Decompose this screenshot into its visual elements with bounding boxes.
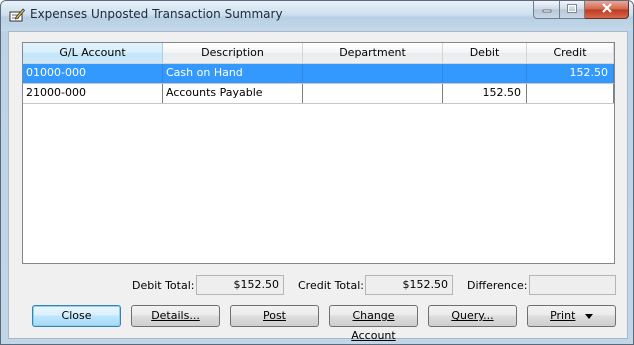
- dialog-body: G/L Account Description Department Debit…: [8, 31, 628, 342]
- difference-field: [529, 275, 616, 295]
- table-row[interactable]: 01000-000 Cash on Hand 152.50: [23, 64, 614, 84]
- column-header-department[interactable]: Department: [303, 43, 443, 63]
- post-button[interactable]: Post: [230, 305, 319, 327]
- change-account-button-label: Change Account: [351, 309, 396, 342]
- difference-label: Difference:: [467, 279, 528, 292]
- details-button-label: Details...: [151, 309, 200, 322]
- print-button-label: Print: [550, 309, 576, 322]
- column-header-credit[interactable]: Credit: [527, 43, 614, 63]
- details-button[interactable]: Details...: [131, 305, 220, 327]
- credit-total-field: $152.50: [365, 275, 453, 295]
- column-header-debit[interactable]: Debit: [443, 43, 527, 63]
- credit-total-label: Credit Total:: [298, 279, 364, 292]
- close-icon: [601, 3, 613, 16]
- change-account-button[interactable]: Change Account: [329, 305, 418, 342]
- query-button-label: Query...: [451, 309, 494, 322]
- cell-description: Accounts Payable: [163, 84, 303, 103]
- debit-total-field: $152.50: [196, 275, 284, 295]
- cell-credit: [527, 84, 614, 103]
- window: Expenses Unposted Transaction Summary G/…: [0, 0, 634, 345]
- column-header-gl-account[interactable]: G/L Account: [23, 43, 163, 63]
- close-button[interactable]: Close: [32, 305, 121, 327]
- title-bar[interactable]: Expenses Unposted Transaction Summary: [1, 1, 633, 31]
- cell-debit: 152.50: [443, 84, 527, 103]
- window-title: Expenses Unposted Transaction Summary: [30, 7, 283, 21]
- cell-description: Cash on Hand: [163, 64, 303, 83]
- maximize-button[interactable]: [560, 1, 585, 19]
- close-button-label: Close: [61, 309, 92, 322]
- cell-department: [303, 84, 443, 103]
- minimize-button[interactable]: [533, 1, 560, 19]
- query-button[interactable]: Query...: [428, 305, 517, 327]
- close-window-button[interactable]: [585, 1, 629, 19]
- totals-bar: Debit Total: $152.50 Credit Total: $152.…: [9, 275, 627, 297]
- transaction-grid[interactable]: G/L Account Description Department Debit…: [22, 42, 615, 264]
- print-button[interactable]: Print: [527, 305, 616, 327]
- maximize-icon: [567, 3, 577, 16]
- post-button-label: Post: [262, 309, 286, 322]
- cell-account: 01000-000: [23, 64, 163, 83]
- cell-department: [303, 64, 443, 83]
- cell-debit: [443, 64, 527, 83]
- table-row[interactable]: 21000-000 Accounts Payable 152.50: [23, 84, 614, 104]
- grid-header: G/L Account Description Department Debit…: [23, 43, 614, 64]
- edit-document-icon: [9, 8, 26, 22]
- caption-buttons: [533, 1, 629, 21]
- dropdown-arrow-icon: [584, 306, 593, 326]
- minimize-icon: [542, 3, 552, 16]
- cell-account: 21000-000: [23, 84, 163, 103]
- column-header-description[interactable]: Description: [163, 43, 303, 63]
- cell-credit: 152.50: [527, 64, 614, 83]
- debit-total-label: Debit Total:: [132, 279, 195, 292]
